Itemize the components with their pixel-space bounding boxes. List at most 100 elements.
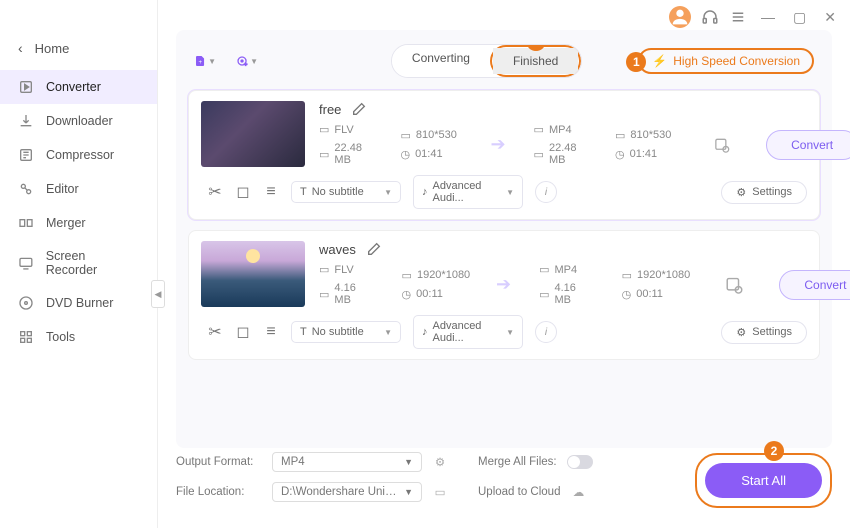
tab-converting[interactable]: Converting — [392, 45, 490, 77]
subtitle-value: No subtitle — [312, 186, 364, 198]
sidebar-item-label: Merger — [46, 216, 86, 230]
chevron-down-icon: ▼ — [384, 188, 392, 197]
video-icon: ▭ — [534, 123, 544, 136]
merge-label: Merge All Files: — [478, 456, 557, 468]
add-file-icon[interactable]: +▼ — [194, 50, 216, 72]
dst-resolution: 1920*1080 — [637, 269, 690, 281]
audio-icon: ♪ — [422, 326, 428, 338]
sidebar-item-screen-recorder[interactable]: Screen Recorder — [0, 240, 157, 286]
trim-icon[interactable]: ✂ — [207, 184, 223, 200]
edit-title-icon[interactable] — [351, 101, 367, 117]
file-title: free — [319, 102, 341, 117]
downloader-icon — [18, 113, 34, 129]
dst-format: MP4 — [549, 124, 572, 136]
chevron-down-icon: ▼ — [384, 328, 392, 337]
audio-select[interactable]: ♪Advanced Audi...▼ — [413, 175, 523, 209]
sidebar-item-editor[interactable]: Editor — [0, 172, 157, 206]
convert-button[interactable]: Convert — [779, 270, 850, 300]
home-nav[interactable]: ‹ Home — [0, 32, 157, 70]
crop-icon[interactable]: ◻ — [235, 324, 251, 340]
thumbnail[interactable] — [201, 101, 305, 167]
output-settings-icon[interactable] — [724, 275, 743, 295]
sidebar-item-label: Tools — [46, 330, 75, 344]
folder-icon: ▭ — [319, 288, 329, 301]
sidebar-item-dvd-burner[interactable]: DVD Burner — [0, 286, 157, 320]
convert-button[interactable]: Convert — [766, 130, 850, 160]
footer: Output Format: MP4▼ ⚙ Merge All Files: F… — [176, 452, 832, 512]
video-icon: ▭ — [319, 123, 329, 136]
subtitle-select[interactable]: TNo subtitle▼ — [291, 321, 401, 343]
gear-icon[interactable]: ⚙ — [432, 454, 448, 470]
sidebar-item-label: DVD Burner — [46, 296, 113, 310]
audio-value: Advanced Audi... — [433, 320, 502, 344]
folder-icon[interactable]: ▭ — [432, 484, 448, 500]
sidebar-item-tools[interactable]: Tools — [0, 320, 157, 354]
trim-icon[interactable]: ✂ — [207, 324, 223, 340]
main-panel: +▼ +▼ Converting 3 Finished 1 ⚡ High Spe… — [158, 0, 850, 528]
edit-title-icon[interactable] — [366, 241, 382, 257]
item-settings-button[interactable]: ⚙Settings — [721, 181, 807, 204]
item-settings-button[interactable]: ⚙Settings — [721, 321, 807, 344]
merge-toggle[interactable] — [567, 455, 593, 469]
resolution-icon: ▭ — [615, 129, 625, 142]
sidebar-item-merger[interactable]: Merger — [0, 206, 157, 240]
file-location-value: D:\Wondershare UniConverter 1 — [281, 486, 404, 498]
crop-icon[interactable]: ◻ — [235, 184, 251, 200]
chevron-down-icon: ▼ — [250, 57, 258, 66]
src-size: 22.48 MB — [334, 142, 372, 166]
tab-finished-highlight: 3 Finished — [490, 45, 581, 77]
subtitle-select[interactable]: TNo subtitle▼ — [291, 181, 401, 203]
chevron-down-icon: ▼ — [208, 57, 216, 66]
cloud-icon[interactable]: ☁ — [570, 484, 586, 500]
clock-icon: ◷ — [615, 148, 625, 161]
src-resolution: 810*530 — [416, 129, 457, 141]
sidebar-item-converter[interactable]: Converter — [0, 70, 157, 104]
resolution-icon: ▭ — [400, 129, 410, 142]
resolution-icon: ▭ — [402, 269, 412, 282]
sidebar-item-compressor[interactable]: Compressor — [0, 138, 157, 172]
high-speed-label: High Speed Conversion — [673, 54, 800, 68]
file-location-select[interactable]: D:\Wondershare UniConverter 1▼ — [272, 482, 422, 502]
tools-icon — [18, 329, 34, 345]
thumbnail[interactable] — [201, 241, 305, 307]
video-icon: ▭ — [319, 263, 329, 276]
info-button[interactable]: i — [535, 181, 557, 203]
sidebar-item-label: Compressor — [46, 148, 114, 162]
dst-duration: 01:41 — [630, 148, 658, 160]
upload-cloud-label: Upload to Cloud — [478, 486, 560, 498]
chevron-down-icon: ▼ — [404, 487, 413, 497]
more-icon[interactable]: ≡ — [263, 184, 279, 200]
gear-icon: ⚙ — [736, 326, 746, 339]
compressor-icon — [18, 147, 34, 163]
add-dvd-icon[interactable]: +▼ — [236, 50, 258, 72]
more-icon[interactable]: ≡ — [263, 324, 279, 340]
audio-select[interactable]: ♪ Advanced Audi... ▼ — [413, 315, 523, 349]
dst-size: 4.16 MB — [554, 282, 593, 306]
sidebar-item-label: Editor — [46, 182, 79, 196]
audio-icon: ♪ — [422, 186, 428, 198]
sidebar-item-label: Downloader — [46, 114, 113, 128]
start-all-button[interactable]: Start All — [705, 463, 822, 498]
src-format: FLV — [334, 264, 353, 276]
info-button[interactable]: i — [535, 321, 557, 343]
dst-size: 22.48 MB — [549, 142, 587, 166]
output-settings-icon[interactable] — [713, 135, 730, 155]
audio-value: Advanced Audi... — [433, 180, 502, 204]
media-item: waves ▭FLV ▭4.16 MB ▭1920*1080 ◷00:11 ➔ — [188, 230, 820, 360]
src-duration: 00:11 — [416, 288, 443, 300]
clock-icon: ◷ — [400, 148, 410, 161]
step-badge-2: 2 — [764, 441, 784, 461]
output-format-label: Output Format: — [176, 456, 262, 468]
tab-finished[interactable]: Finished — [493, 48, 578, 74]
output-format-select[interactable]: MP4▼ — [272, 452, 422, 472]
sidebar-item-downloader[interactable]: Downloader — [0, 104, 157, 138]
folder-icon: ▭ — [319, 148, 329, 161]
resolution-icon: ▭ — [622, 269, 632, 282]
high-speed-conversion-button[interactable]: 1 ⚡ High Speed Conversion — [638, 48, 814, 74]
file-location-label: File Location: — [176, 486, 262, 498]
output-format-value: MP4 — [281, 456, 305, 468]
chevron-down-icon: ▼ — [506, 328, 514, 337]
start-all-highlight: 2 Start All — [695, 453, 832, 508]
toolbar: +▼ +▼ Converting 3 Finished 1 ⚡ High Spe… — [188, 44, 820, 90]
gear-icon: ⚙ — [736, 186, 746, 199]
